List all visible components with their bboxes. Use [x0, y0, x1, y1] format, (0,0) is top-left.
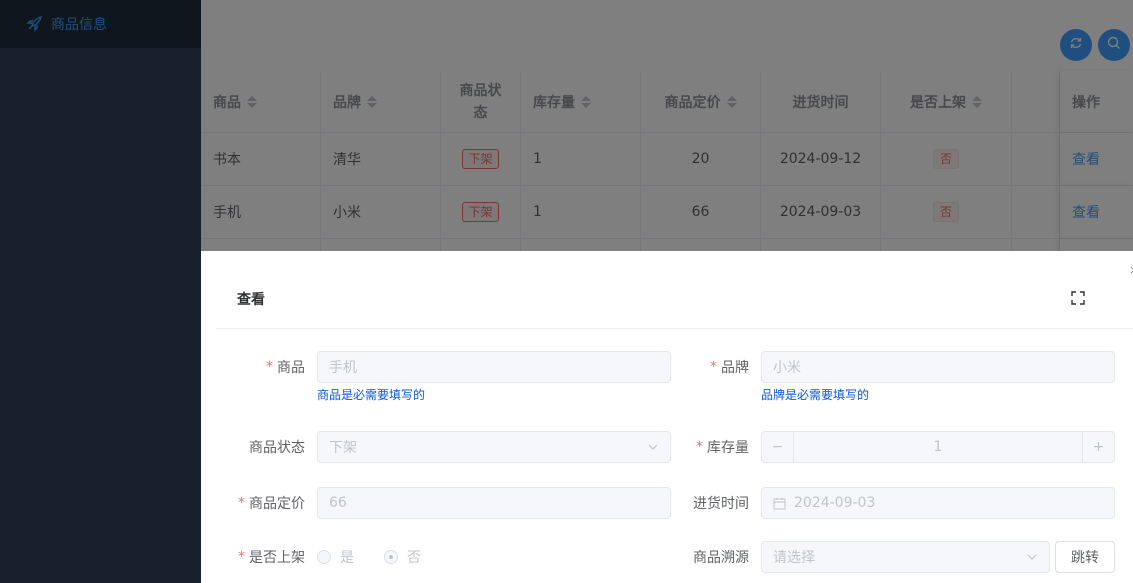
listed-radio-group: 是 否 — [317, 541, 451, 573]
field-label-text: 商品 — [277, 360, 305, 376]
source-select[interactable]: 请选择 — [761, 541, 1050, 573]
decrement-button[interactable]: − — [762, 432, 794, 462]
status-select[interactable]: 下架 — [317, 431, 671, 463]
form-item-brand: * 品牌 小米 品牌是必需要填写的 — [671, 351, 1115, 402]
jump-button[interactable]: 跳转 — [1055, 541, 1115, 573]
brand-hint: 品牌是必需要填写的 — [761, 388, 870, 402]
field-label: 进货时间 — [693, 496, 749, 512]
chevron-down-icon — [648, 444, 658, 450]
radio-circle — [317, 550, 331, 564]
form-item-price: * 商品定价 66 — [201, 487, 671, 519]
required-mark: * — [710, 359, 717, 375]
form-item-purchase-time: 进货时间 2024-09-03 — [671, 487, 1115, 519]
fullscreen-icon[interactable] — [1071, 291, 1085, 305]
price-input[interactable]: 66 — [317, 487, 671, 519]
field-label-text: 品牌 — [721, 360, 749, 376]
form-item-source: 商品溯源 请选择 跳转 — [671, 541, 1115, 573]
field-label: 商品溯源 — [693, 550, 749, 566]
form-item-listed: * 是否上架 是 否 — [201, 541, 671, 573]
field-label: * 商品定价 — [201, 487, 305, 519]
divider — [216, 328, 1133, 329]
view-dialog: 查看 × * 商品 手机 商品是必需要填写的 * 品牌 小米 品牌是必需要填写的… — [201, 251, 1133, 583]
form-item-status: 商品状态 下架 — [201, 431, 671, 463]
required-mark: * — [238, 549, 245, 565]
required-mark: * — [238, 495, 245, 511]
status-select-value: 下架 — [329, 440, 357, 456]
form-item-product: * 商品 手机 商品是必需要填写的 — [201, 351, 671, 402]
radio-label: 是 — [340, 550, 354, 566]
radio-yes[interactable]: 是 — [317, 547, 354, 567]
field-label: * 库存量 — [671, 431, 749, 463]
calendar-icon — [773, 497, 786, 509]
stock-value[interactable]: 1 — [934, 439, 943, 455]
date-picker[interactable]: 2024-09-03 — [761, 487, 1115, 519]
field-label-text: 库存量 — [707, 440, 749, 456]
field-label: 商品状态 — [249, 440, 305, 456]
date-value: 2024-09-03 — [794, 495, 876, 511]
field-label-text: 商品定价 — [249, 496, 305, 512]
field-label-text: 是否上架 — [249, 550, 305, 566]
field-label: * 品牌 — [671, 351, 749, 383]
quantity-stepper: − 1 + — [761, 431, 1115, 463]
close-icon[interactable]: × — [1129, 263, 1133, 277]
required-mark: * — [266, 359, 273, 375]
product-hint: 商品是必需要填写的 — [317, 388, 426, 402]
product-input[interactable]: 手机 — [317, 351, 671, 383]
field-label: * 是否上架 — [201, 541, 305, 573]
radio-circle — [384, 550, 398, 564]
form-item-stock: * 库存量 − 1 + — [671, 431, 1115, 463]
increment-button[interactable]: + — [1082, 432, 1114, 462]
radio-label: 否 — [407, 550, 421, 566]
brand-input[interactable]: 小米 — [761, 351, 1115, 383]
required-mark: * — [696, 439, 703, 455]
field-label: * 商品 — [201, 351, 305, 383]
dialog-title: 查看 — [237, 292, 265, 308]
chevron-down-icon — [1027, 554, 1037, 560]
source-select-placeholder: 请选择 — [773, 550, 815, 566]
radio-no[interactable]: 否 — [384, 547, 421, 567]
